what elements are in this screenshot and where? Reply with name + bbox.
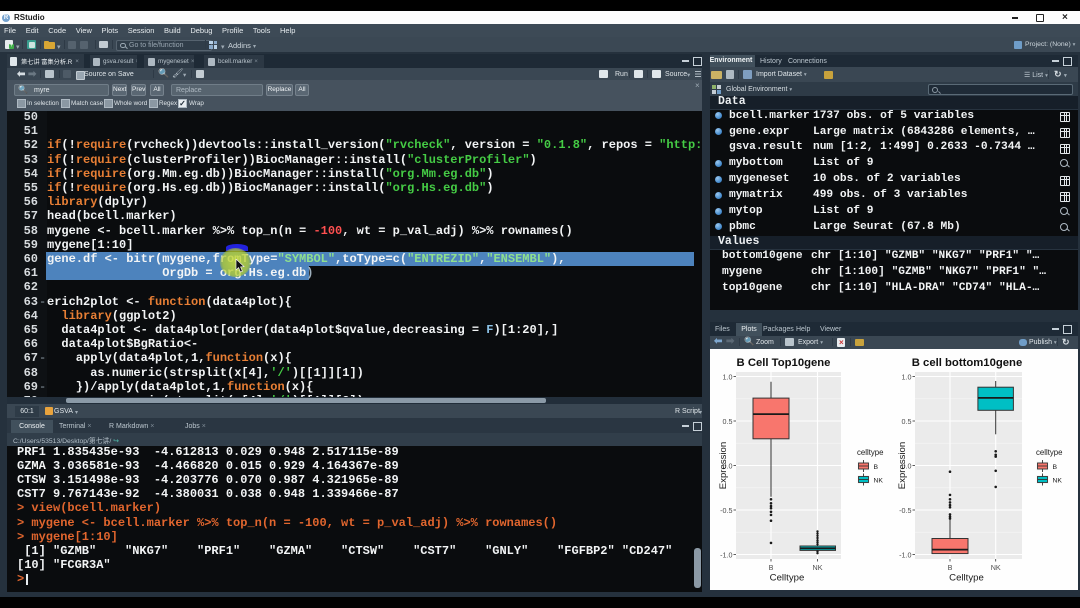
svg-text:celltype: celltype bbox=[857, 448, 883, 457]
svg-text:0.5: 0.5 bbox=[902, 417, 912, 426]
svg-text:NK: NK bbox=[813, 563, 823, 572]
svg-text:1.0: 1.0 bbox=[723, 373, 733, 382]
svg-text:0.5: 0.5 bbox=[723, 417, 733, 426]
svg-text:-0.5: -0.5 bbox=[720, 506, 732, 515]
svg-text:B: B bbox=[1053, 464, 1058, 471]
svg-text:B cell bottom10gene: B cell bottom10gene bbox=[912, 357, 1022, 369]
svg-text:-0.5: -0.5 bbox=[899, 506, 911, 515]
svg-text:-1.0: -1.0 bbox=[899, 551, 911, 560]
svg-text:NK: NK bbox=[1053, 478, 1063, 485]
svg-text:NK: NK bbox=[874, 478, 884, 485]
svg-text:B: B bbox=[769, 563, 774, 572]
svg-text:celltype: celltype bbox=[1036, 448, 1062, 457]
svg-text:B: B bbox=[948, 563, 953, 572]
svg-text:Expression: Expression bbox=[718, 442, 729, 489]
svg-text:Expression: Expression bbox=[897, 442, 908, 489]
svg-text:1.0: 1.0 bbox=[902, 373, 912, 382]
svg-text:Celltype: Celltype bbox=[949, 573, 984, 584]
svg-text:B Cell Top10gene: B Cell Top10gene bbox=[737, 357, 831, 369]
svg-text:-1.0: -1.0 bbox=[720, 551, 732, 560]
svg-text:Celltype: Celltype bbox=[770, 573, 805, 584]
svg-text:NK: NK bbox=[991, 563, 1001, 572]
svg-text:B: B bbox=[874, 464, 879, 471]
